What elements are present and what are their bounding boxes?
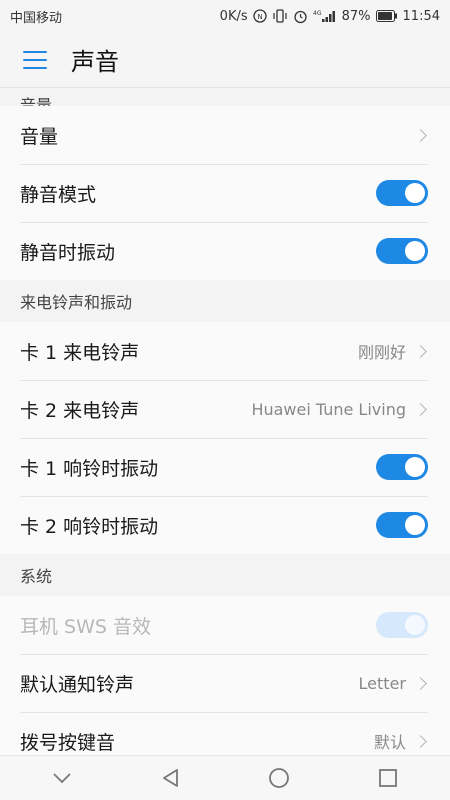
setting-row-notification-tone[interactable]: 默认通知铃声 Letter: [0, 654, 450, 712]
status-icons: 0K/s N 4G 87% 11:54: [220, 9, 440, 24]
hamburger-menu-icon[interactable]: [23, 50, 47, 69]
setting-label: 卡 2 来电铃声: [20, 399, 140, 422]
battery-icon: [375, 10, 398, 22]
setting-label: 音量: [20, 125, 59, 148]
section-header-label: 音量: [20, 96, 53, 106]
chevron-right-icon: [414, 734, 427, 748]
setting-label: 默认通知铃声: [20, 673, 135, 696]
setting-row-volume[interactable]: 音量: [0, 106, 450, 164]
network-type: 4G: [313, 10, 322, 17]
setting-row-sim2-ringtone[interactable]: 卡 2 来电铃声 Huawei Tune Living: [0, 380, 450, 438]
setting-label: 卡 1 响铃时振动: [20, 457, 159, 480]
nfc-icon: N: [252, 9, 267, 23]
clock-time: 11:54: [402, 8, 440, 24]
sim1-vibrate-toggle[interactable]: [376, 454, 428, 480]
section-header-ringtone: 来电铃声和振动: [0, 280, 450, 322]
vibrate-when-silent-toggle[interactable]: [376, 238, 428, 264]
section-system: 耳机 SWS 音效 默认通知铃声 Letter 拨号按键音 默认: [0, 596, 450, 755]
section-ringtone: 卡 1 来电铃声 刚刚好 卡 2 来电铃声 Huawei Tune Living…: [0, 322, 450, 554]
section-header-system: 系统: [0, 554, 450, 596]
battery-percent: 87%: [341, 8, 371, 24]
app-header: 声音: [0, 32, 450, 88]
setting-row-dial-tone[interactable]: 拨号按键音 默认: [0, 712, 450, 755]
section-header-volume: 音量: [0, 88, 450, 106]
svg-text:N: N: [257, 13, 262, 21]
signal-icon: 4G: [313, 9, 337, 23]
chevron-right-icon: [414, 344, 427, 358]
settings-list[interactable]: 音量 音量 静音模式 静音时振动 来电铃声和振动 卡 1 来电铃声 刚刚好 卡 …: [0, 88, 450, 755]
network-speed: 0K/s: [219, 8, 248, 24]
setting-label: 卡 1 来电铃声: [20, 341, 140, 364]
alarm-icon: [293, 9, 308, 24]
setting-value: 默认: [373, 733, 406, 752]
chevron-down-icon[interactable]: [42, 758, 82, 798]
page-title: 声音: [71, 48, 119, 76]
carrier-name: 中国移动: [10, 10, 63, 26]
section-header-label: 系统: [20, 567, 53, 586]
home-circle-icon[interactable]: [259, 758, 299, 798]
chevron-right-icon: [414, 402, 427, 416]
status-bar: 中国移动 0K/s N 4G 87% 11:54: [0, 0, 450, 32]
setting-label: 静音时振动: [20, 241, 116, 264]
silent-mode-toggle[interactable]: [376, 180, 428, 206]
setting-row-sim1-vibrate[interactable]: 卡 1 响铃时振动: [0, 438, 450, 496]
setting-value: Huawei Tune Living: [251, 399, 406, 419]
sim2-vibrate-toggle[interactable]: [376, 512, 428, 538]
setting-row-sim2-vibrate[interactable]: 卡 2 响铃时振动: [0, 496, 450, 554]
setting-label: 静音模式: [20, 183, 97, 206]
setting-label: 卡 2 响铃时振动: [20, 515, 159, 538]
recents-square-icon[interactable]: [368, 758, 408, 798]
setting-label: 拨号按键音: [20, 731, 116, 754]
section-volume: 音量 静音模式 静音时振动: [0, 106, 450, 280]
setting-label: 耳机 SWS 音效: [20, 615, 151, 638]
setting-value: 刚刚好: [357, 343, 406, 362]
section-header-label: 来电铃声和振动: [20, 293, 133, 312]
back-triangle-icon[interactable]: [151, 758, 191, 798]
navigation-bar: [0, 755, 450, 800]
chevron-right-icon: [414, 128, 427, 142]
chevron-right-icon: [414, 676, 427, 690]
sws-effect-toggle: [376, 612, 428, 638]
vibrate-icon: [272, 9, 288, 23]
setting-row-sim1-ringtone[interactable]: 卡 1 来电铃声 刚刚好: [0, 322, 450, 380]
setting-row-silent-mode[interactable]: 静音模式: [0, 164, 450, 222]
setting-row-vibrate-when-silent[interactable]: 静音时振动: [0, 222, 450, 280]
setting-value: Letter: [358, 673, 406, 693]
setting-row-sws-effect: 耳机 SWS 音效: [0, 596, 450, 654]
